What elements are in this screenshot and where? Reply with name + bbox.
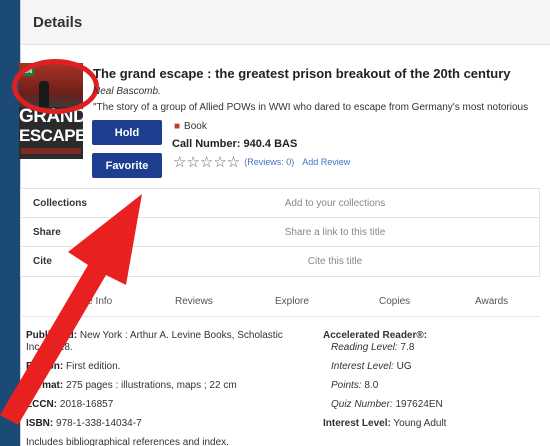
format-label: Book [184,121,207,132]
annotation-circle [12,59,99,114]
points-value: 8.0 [364,380,379,391]
tab-copies[interactable]: Copies [379,296,410,307]
annotation-arrow [0,194,142,425]
hold-button[interactable]: Hold [92,120,162,145]
interest-level-general-label: Interest Level: [323,418,391,429]
arrow-shape [0,194,142,425]
cover-subtitle-band [21,148,81,154]
book-title: The grand escape : the greatest prison b… [93,66,511,81]
interest-level-label: Interest Level: [331,361,397,372]
cover-title-line2: ESCAPE [19,126,83,145]
interest-level-general-value: Young Adult [393,418,447,429]
reviews-count[interactable]: (Reviews: 0) [244,157,294,167]
call-number: Call Number: 940.4 BAS [172,138,298,150]
share-link[interactable]: Share a link to this title [171,227,539,238]
star-rating-icon[interactable]: ☆☆☆☆☆ [173,153,240,171]
accelerated-reader: Accelerated Reader®: Reading Level: 7.8 … [323,330,446,430]
points-label: Points: [331,380,365,391]
reading-level-label: Reading Level: [331,342,401,353]
rating: ☆☆☆☆☆ (Reviews: 0) Add Review [173,153,350,171]
tab-awards[interactable]: Awards [475,296,508,307]
interest-level-value: UG [396,361,412,372]
favorite-button[interactable]: Favorite [92,153,162,178]
add-review-link[interactable]: Add Review [302,157,350,167]
modal-title: Details [21,0,550,45]
reading-level-value: 7.8 [400,342,415,353]
book-description: "The story of a group of Allied POWs in … [93,102,529,113]
quiz-value: 197624EN [395,399,443,410]
tab-explore[interactable]: Explore [275,296,309,307]
book-icon: ■ [174,121,181,132]
format-info: ■ Book [174,121,207,132]
collections-link[interactable]: Add to your collections [171,198,539,209]
ar-label: Accelerated Reader®: [323,330,428,341]
book-author[interactable]: Neal Bascomb. [93,86,161,97]
cite-link[interactable]: Cite this title [171,256,539,267]
tab-reviews[interactable]: Reviews [175,296,213,307]
quiz-label: Quiz Number: [331,399,396,410]
